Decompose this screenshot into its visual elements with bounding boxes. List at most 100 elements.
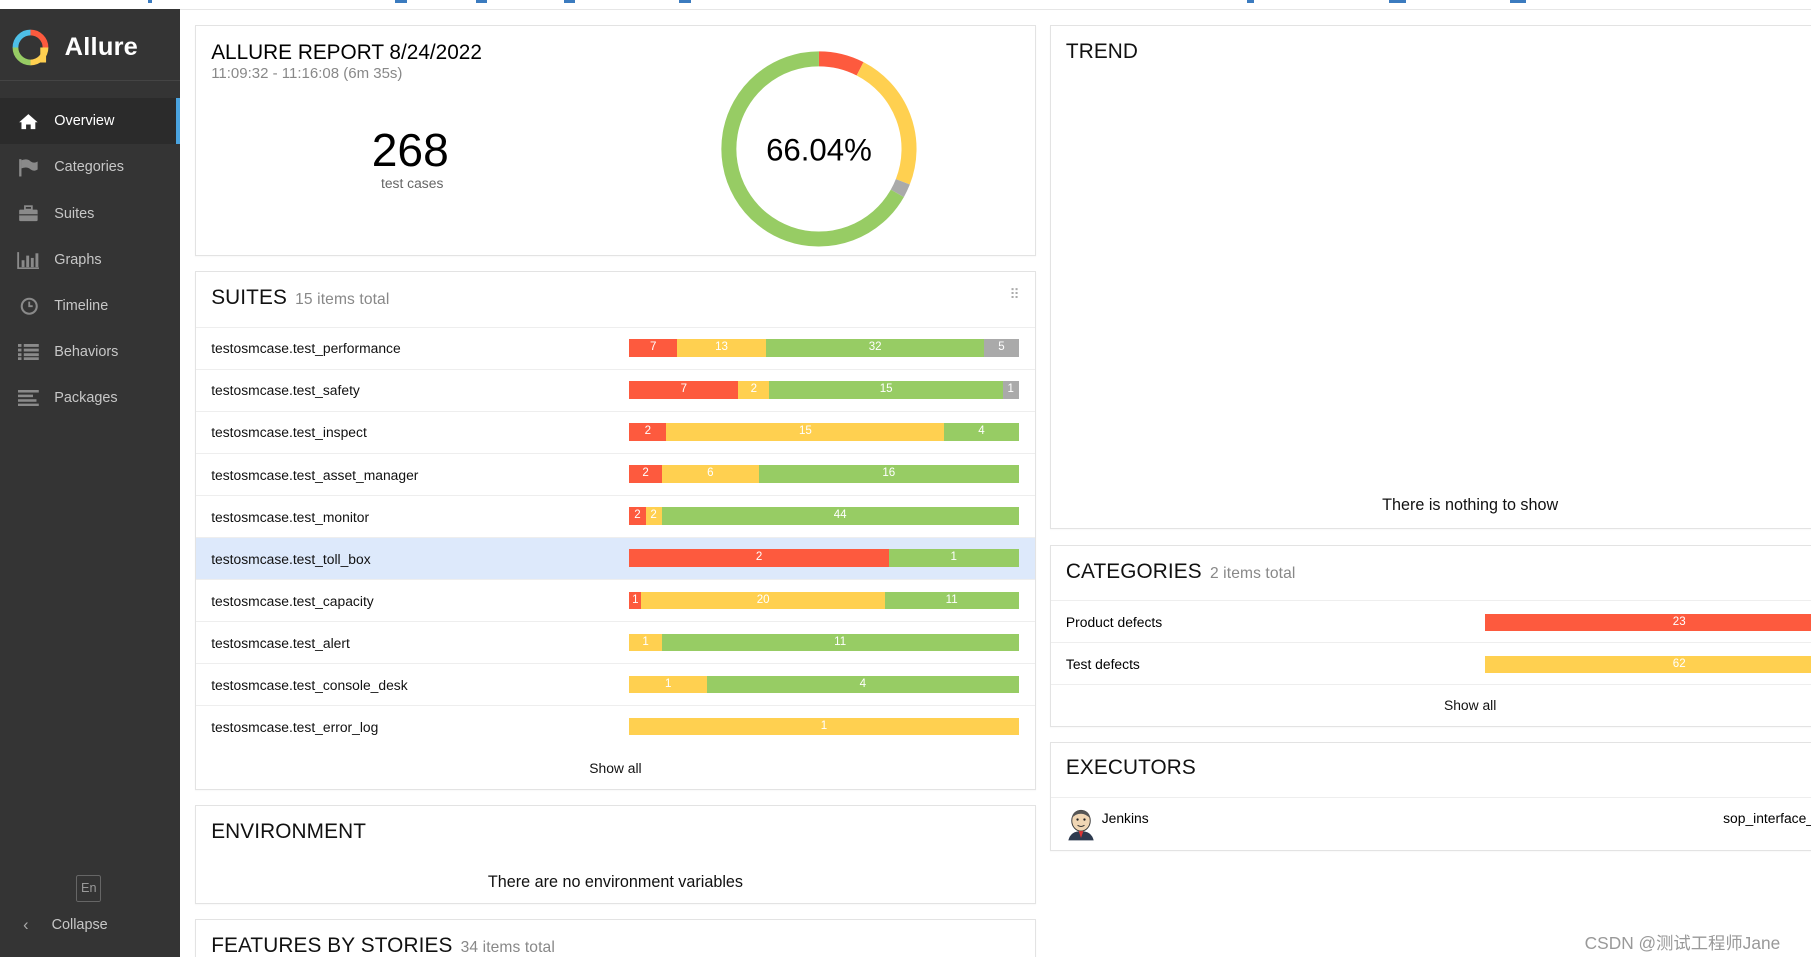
category-row[interactable]: Test defects 62	[1050, 642, 1811, 685]
app-name: Allure	[64, 32, 139, 61]
donut-segment-failed[interactable]	[818, 51, 864, 76]
suite-name[interactable]: testosmcase.test_monitor	[211, 509, 369, 525]
executors-widget: EXECUTORS Jenkins sop_interface_	[1049, 741, 1811, 851]
suite-row[interactable]: testosmcase.test_toll_box 2 1	[196, 536, 1035, 580]
collapse-label: Collapse	[51, 917, 108, 934]
sidebar-item-graphs[interactable]: Graphs	[0, 237, 180, 283]
suite-row[interactable]: testosmcase.test_console_desk 1 4	[196, 663, 1035, 706]
suite-row[interactable]: testosmcase.test_error_log 1	[196, 705, 1035, 748]
pass-rate-percent: 66.04%	[766, 132, 872, 167]
suite-bar-segment-broken: 1	[629, 717, 1019, 735]
suite-bar-segment-broken: 1	[629, 675, 708, 693]
suites-title: SUITES 15 items total	[211, 286, 390, 310]
suite-bar-segment-passed: 11	[884, 591, 1019, 609]
suite-row[interactable]: testosmcase.test_monitor 2 2 44	[196, 494, 1035, 538]
suite-bar-segment-failed: 7	[629, 339, 678, 357]
sidebar-item-suites[interactable]: Suites	[0, 191, 180, 237]
summary-widget: ALLURE REPORT 8/24/2022 11:09:32 - 11:16…	[195, 25, 1036, 257]
drag-handle-icon[interactable]: ⠿	[1010, 286, 1020, 303]
test-case-count: 268	[371, 124, 449, 177]
bar-chart-icon	[17, 251, 40, 269]
browser-top-strip	[0, 0, 1811, 11]
features-widget: FEATURES BY STORIES 34 items total	[195, 919, 1036, 957]
suite-name[interactable]: testosmcase.test_toll_box	[211, 551, 370, 567]
trend-widget: TREND There is nothing to show	[1049, 25, 1811, 529]
category-name[interactable]: Product defects	[1066, 614, 1162, 630]
executors-title: EXECUTORS	[1065, 756, 1196, 780]
suite-status-bar: 1	[629, 717, 1019, 735]
environment-widget: ENVIRONMENT There are no environment var…	[195, 805, 1036, 905]
suite-bar-segment-broken: 15	[666, 423, 945, 441]
suite-bar-segment-unknown: 5	[984, 339, 1019, 357]
categories-title: CATEGORIES 2 items total	[1065, 560, 1296, 584]
sidebar-item-categories[interactable]: Categories	[0, 144, 180, 190]
home-icon	[17, 112, 40, 130]
category-bar: 62	[1485, 655, 1811, 674]
suite-status-bar: 7 2 15 1	[629, 381, 1019, 399]
suite-row[interactable]: testosmcase.test_inspect 2 15 4	[196, 410, 1035, 454]
suite-name[interactable]: testosmcase.test_asset_manager	[211, 467, 418, 483]
suite-bar-segment-passed: 15	[769, 381, 1003, 399]
executor-build[interactable]: sop_interface_	[1723, 810, 1811, 826]
collapse-button[interactable]: ‹ Collapse	[0, 912, 180, 937]
suite-status-bar: 14	[629, 675, 1019, 693]
suite-bar-segment-broken: 6	[661, 465, 760, 483]
suite-bar-segment-failed: 2	[629, 423, 667, 441]
suite-status-bar: 2 15 4	[629, 423, 1019, 441]
suite-name[interactable]: testosmcase.test_error_log	[211, 719, 378, 735]
executor-row[interactable]: Jenkins sop_interface_	[1050, 796, 1811, 850]
suite-status-bar: 2 2 44	[629, 507, 1019, 525]
suite-row[interactable]: testosmcase.test_alert 1 11	[196, 621, 1035, 664]
donut-segment-unknown[interactable]	[890, 178, 910, 197]
sidebar: Allure Overview Categories Suites Graphs…	[0, 9, 181, 957]
suite-bar-segment-passed: 4	[944, 423, 1019, 441]
sidebar-item-packages[interactable]: Packages	[0, 375, 180, 421]
environment-title: ENVIRONMENT	[211, 819, 367, 843]
suite-bar-segment-failed: 2	[629, 465, 662, 483]
suite-bar-segment-failed: 7	[629, 381, 739, 399]
category-row[interactable]: Product defects 23	[1050, 600, 1811, 643]
suite-status-bar: 1 11	[629, 633, 1019, 651]
suites-show-all-link[interactable]: Show all	[196, 760, 1035, 776]
suite-name[interactable]: testosmcase.test_alert	[211, 635, 350, 651]
sidebar-item-behaviors[interactable]: Behaviors	[0, 329, 180, 375]
suite-row[interactable]: testosmcase.test_asset_manager 2 6 16	[196, 452, 1035, 496]
brand-logo[interactable]: Allure	[12, 27, 139, 69]
sidebar-item-overview[interactable]: Overview	[0, 98, 181, 145]
suite-name[interactable]: testosmcase.test_capacity	[211, 593, 374, 609]
category-name[interactable]: Test defects	[1066, 656, 1140, 672]
suite-row[interactable]: testosmcase.test_performance 7 13 32 5	[196, 326, 1035, 370]
sidebar-item-label: Overview	[54, 113, 115, 130]
flag-icon	[17, 158, 40, 177]
suite-name[interactable]: testosmcase.test_inspect	[211, 424, 367, 440]
sidebar-item-timeline[interactable]: Timeline	[0, 283, 180, 329]
suite-row[interactable]: testosmcase.test_capacity 1 20 11	[196, 578, 1035, 622]
suite-name[interactable]: testosmcase.test_safety	[211, 382, 360, 398]
status-donut-chart[interactable]: 66.04%	[715, 45, 923, 253]
suite-row[interactable]: testosmcase.test_safety 7 2 15 1	[196, 368, 1035, 412]
sidebar-nav: Overview Categories Suites Graphs Timeli…	[0, 98, 181, 421]
executor-name[interactable]: Jenkins	[1102, 810, 1149, 826]
briefcase-icon	[17, 204, 40, 222]
allure-report-page: Allure Overview Categories Suites Graphs…	[0, 0, 1811, 957]
suite-name[interactable]: testosmcase.test_performance	[211, 340, 401, 356]
categories-show-all-link[interactable]: Show all	[1051, 697, 1811, 713]
suite-status-bar: 2 6 16	[629, 465, 1019, 483]
report-time-range: 11:09:32 - 11:16:08 (6m 35s)	[211, 64, 403, 82]
sidebar-item-label: Suites	[54, 205, 95, 222]
jenkins-avatar-icon	[1068, 810, 1094, 841]
suite-bar-segment-broken: 20	[641, 591, 885, 609]
suite-bar-segment-broken: 2	[738, 381, 770, 399]
clock-icon	[17, 297, 40, 315]
suite-bar-segment-unknown: 1	[1002, 381, 1019, 399]
suite-bar-segment-passed: 16	[759, 465, 1019, 483]
environment-empty-message: There are no environment variables	[487, 873, 743, 892]
suite-bar-segment-failed: 2	[629, 507, 646, 525]
sidebar-item-label: Behaviors	[54, 344, 119, 361]
suite-bar-segment-passed: 44	[661, 507, 1019, 525]
suite-bar-segment-failed: 2	[629, 549, 889, 567]
features-title: FEATURES BY STORIES 34 items total	[211, 934, 555, 957]
language-button[interactable]: En	[76, 875, 102, 902]
suite-name[interactable]: testosmcase.test_console_desk	[211, 677, 407, 693]
suite-bar-segment-passed: 11	[661, 633, 1019, 651]
